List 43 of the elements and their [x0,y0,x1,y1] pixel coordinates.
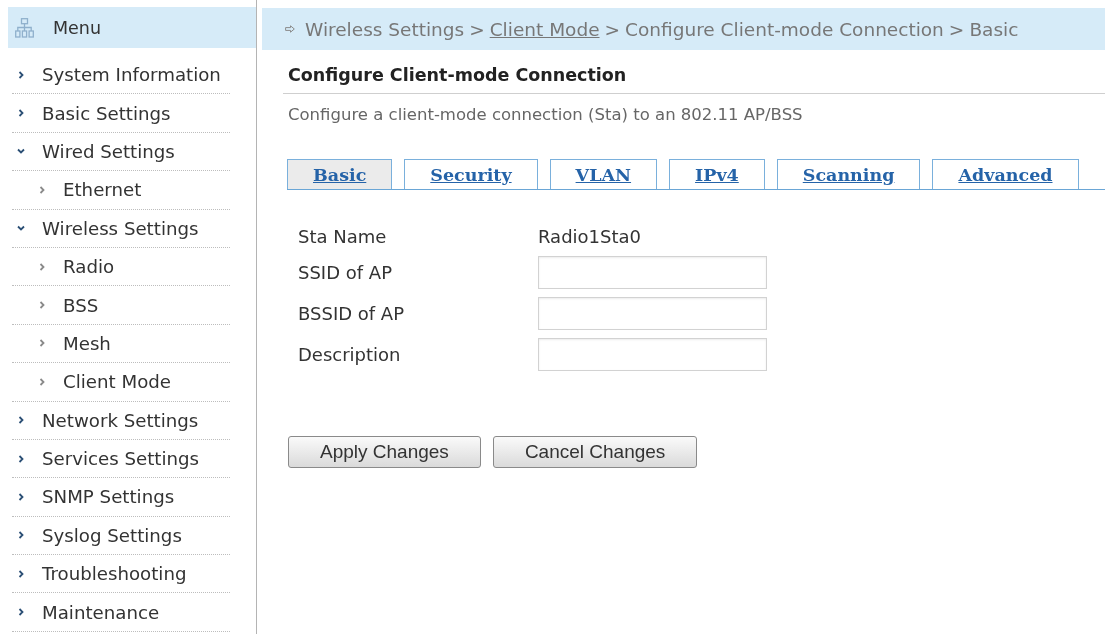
menu-item[interactable]: BSS [12,286,230,325]
text-input[interactable] [538,297,767,330]
menu-item[interactable]: Wireless Settings [12,209,230,248]
menu-item[interactable]: Services Settings [12,439,230,479]
cancel-button[interactable]: Cancel Changes [492,436,698,468]
breadcrumb-link[interactable]: Client Mode [489,18,600,40]
tab[interactable]: Basic [287,159,393,189]
text-input[interactable] [538,338,767,371]
menu-item[interactable]: Radio [12,247,230,287]
arrow-right-icon [285,25,295,33]
field-label: SSID of AP [298,261,393,284]
tab[interactable]: IPv4 [669,159,765,189]
tab[interactable]: Scanning [776,159,921,189]
breadcrumb-text: Wireless Settings [305,18,465,40]
breadcrumb-separator: > [604,18,621,40]
section-title: Configure Client-mode Connection [288,65,628,85]
menu-item[interactable]: Mesh [12,324,230,364]
menu-item[interactable]: System Information [12,56,230,95]
field-label: Sta Name [298,226,388,248]
menu-item[interactable]: Ethernet [12,171,230,210]
tab[interactable]: Security [404,159,538,189]
menu-item[interactable]: Troubleshooting [12,555,230,594]
text-input[interactable] [538,256,767,289]
menu-item[interactable]: Client Mode [12,363,230,402]
sitemap-icon [15,17,34,38]
tab[interactable]: VLAN [549,159,658,189]
menu-item[interactable]: Maintenance [12,593,230,632]
breadcrumb-text: Configure Client-mode Connection [625,18,944,40]
field-label: BSSID of AP [298,302,405,325]
menu-item[interactable]: SNMP Settings [12,478,230,517]
breadcrumb-separator: > [469,18,485,40]
menu-item[interactable]: Wired Settings [12,132,230,172]
menu-item[interactable]: Basic Settings [12,94,230,133]
field-value: Radio1Sta0 [538,226,642,248]
tab[interactable]: Advanced [932,159,1079,189]
section-description: Configure a client-mode connection (Sta) to an 802.11 AP/BSS [288,105,804,124]
menu-item[interactable]: Network Settings [12,401,230,440]
menu-title: Menu [53,17,102,38]
apply-button[interactable]: Apply Changes [288,436,481,468]
breadcrumb-text: Basic [969,18,1019,40]
breadcrumb-separator: > [948,18,965,40]
menu-item[interactable]: Syslog Settings [12,516,230,556]
field-label: Description [298,343,402,366]
